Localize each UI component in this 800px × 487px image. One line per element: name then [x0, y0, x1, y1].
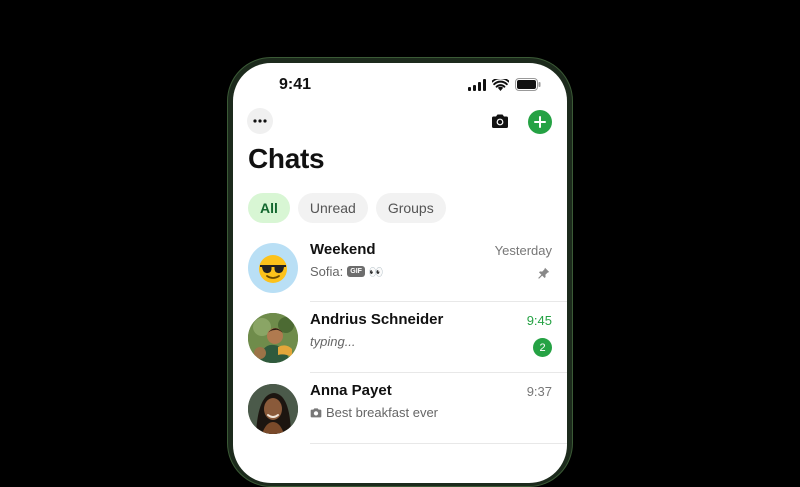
camera-icon: [310, 407, 322, 417]
signal-icon: [468, 78, 486, 91]
chat-name: Anna Payet: [310, 382, 392, 399]
battery-icon: [515, 78, 541, 91]
filter-unread[interactable]: Unread: [297, 193, 368, 223]
chat-time: 9:45: [526, 313, 552, 328]
chat-row-andrius-schneider[interactable]: Andrius Schneider typing... 9:45 2: [233, 311, 567, 381]
chats-screen: 9:41 Chats All Unread Groups Weekend Sof…: [233, 63, 567, 483]
camera-icon: [492, 114, 508, 128]
new-chat-button[interactable]: [528, 110, 552, 134]
avatar: [248, 384, 298, 434]
chat-preview: typing...: [310, 334, 356, 349]
filter-groups[interactable]: Groups: [375, 193, 446, 223]
photo-avatar-icon: [248, 313, 298, 363]
photo-avatar-icon: [248, 384, 298, 434]
divider: [310, 372, 567, 373]
divider: [310, 443, 567, 444]
preview-text: Best breakfast ever: [326, 405, 438, 420]
status-time: 9:41: [279, 76, 312, 93]
filter-tabs: All Unread Groups: [248, 193, 446, 223]
divider: [310, 301, 567, 302]
filter-all[interactable]: All: [248, 193, 290, 223]
chat-preview: Sofia: GIF 👀: [310, 264, 384, 279]
chat-time: 9:37: [526, 384, 552, 399]
chat-name: Weekend: [310, 241, 376, 258]
page-title: Chats: [248, 143, 325, 174]
wifi-icon: [492, 78, 509, 91]
status-icons: [468, 78, 541, 91]
more-icon: [253, 119, 267, 123]
eyes-emoji: 👀: [368, 264, 384, 279]
sunglasses-emoji-icon: [259, 255, 287, 283]
more-button[interactable]: [247, 108, 273, 134]
preview-sender: Sofia:: [310, 264, 344, 279]
chat-time: Yesterday: [494, 243, 552, 258]
avatar: [248, 313, 298, 363]
pin-icon: [538, 267, 550, 279]
chat-preview: Best breakfast ever: [310, 405, 438, 420]
chat-row-anna-payet[interactable]: Anna Payet Best breakfast ever 9:37: [233, 382, 567, 452]
unread-badge: 2: [533, 338, 552, 357]
avatar: [248, 243, 298, 293]
gif-badge: GIF: [347, 266, 365, 277]
camera-button[interactable]: [489, 110, 511, 132]
plus-icon: [534, 116, 546, 128]
chat-name: Andrius Schneider: [310, 311, 444, 328]
